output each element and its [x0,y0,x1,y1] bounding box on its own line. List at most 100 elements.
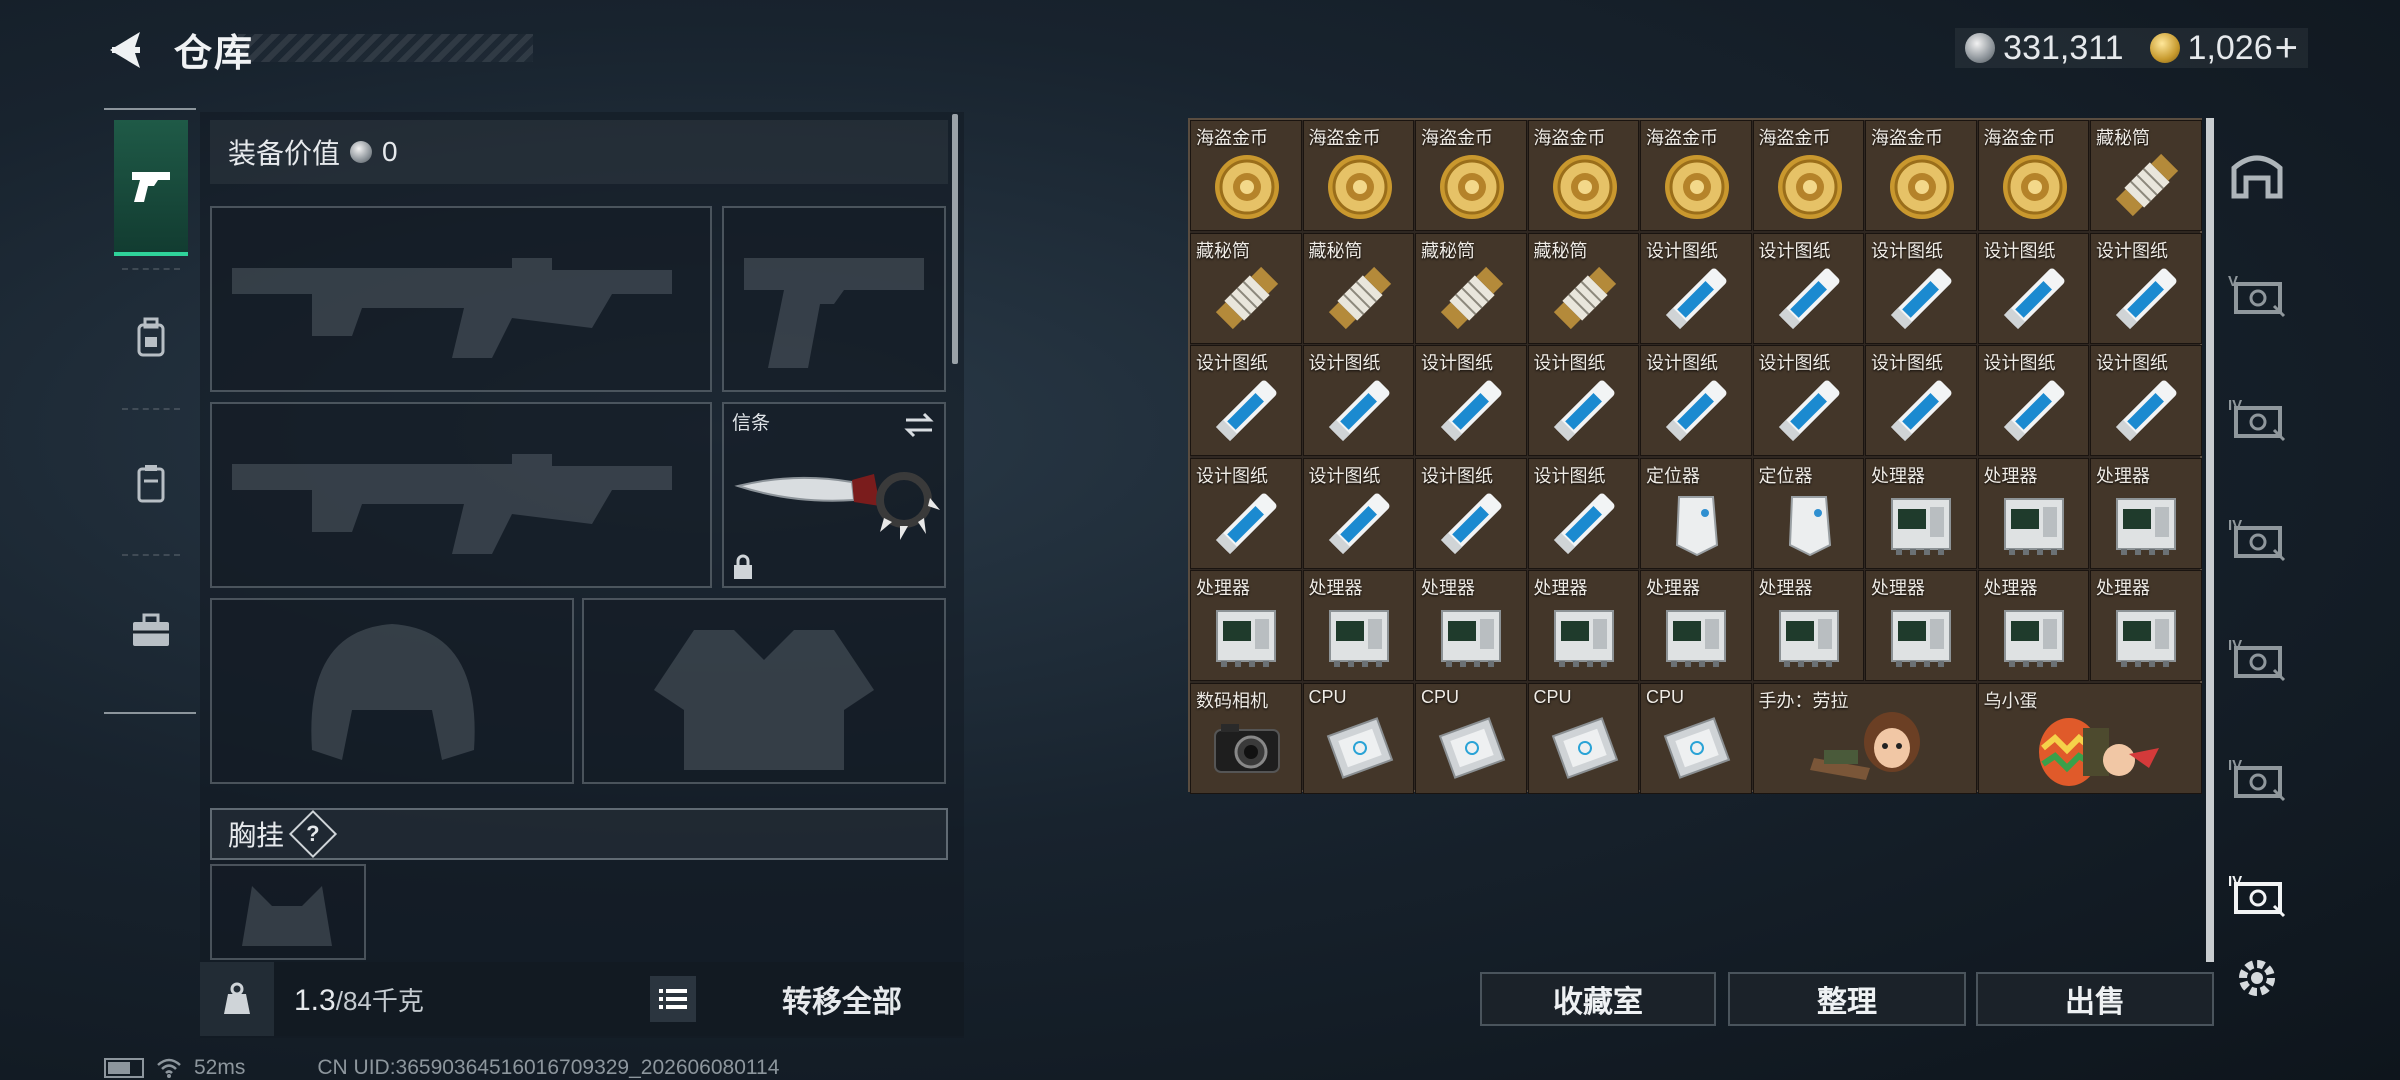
secondary-weapon-slot[interactable] [210,402,712,588]
primary-weapon-slot[interactable] [210,206,712,392]
storage-item-processor[interactable]: 处理器 [2090,570,2202,681]
storage-item-camera[interactable]: 数码相机 [1190,682,1302,794]
storage-item-blueprint[interactable]: 设计图纸 [1865,345,1977,456]
storage-item-coin[interactable]: 海盗金币 [1865,120,1977,231]
tab-weapons[interactable] [114,120,188,256]
storage-item-blueprint[interactable]: 设计图纸 [1752,345,1864,456]
storage-item-cpu[interactable]: CPU [1640,682,1752,794]
storage-item-blueprint[interactable]: 设计图纸 [1640,232,1752,344]
case-iv-icon[interactable]: IV [2226,390,2288,446]
storage-scrollbar[interactable] [2206,118,2214,962]
help-icon[interactable]: ? [288,809,338,859]
case-iv-icon[interactable]: IV [2226,630,2288,686]
back-arrow-icon[interactable] [104,28,144,72]
wifi-icon [157,1058,181,1078]
storage-item-blueprint[interactable]: 设计图纸 [1302,457,1414,569]
sidearm-slot[interactable] [722,206,946,392]
armor-slot[interactable] [582,598,946,784]
storage-item-processor[interactable]: 处理器 [1302,570,1414,681]
storage-item-blueprint[interactable]: 设计图纸 [2090,345,2202,456]
storage-item-processor[interactable]: 处理器 [1865,457,1977,569]
chest-rig-slot[interactable] [210,864,366,960]
tab-kit[interactable] [114,562,188,698]
coin-icon [1320,145,1400,225]
storage-item-cryptex[interactable]: 藏秘筒 [1415,232,1527,344]
case-iv-icon[interactable]: IV [2226,750,2288,806]
storage-item-figure-egg[interactable]: 乌小蛋 [1977,682,2202,794]
storage-item-cryptex[interactable]: 藏秘筒 [1302,232,1414,344]
storage-item-processor[interactable]: 处理器 [1415,570,1527,681]
storage-item-cpu[interactable]: CPU [1302,682,1414,794]
case-iv-icon[interactable]: IV [2226,510,2288,566]
storage-item-blueprint[interactable]: 设计图纸 [1977,345,2089,456]
storage-item-cryptex[interactable]: 藏秘筒 [2090,120,2202,231]
storage-item-cpu[interactable]: CPU [1415,682,1527,794]
melee-slot[interactable]: 信条 [722,402,946,588]
storage-item-blueprint[interactable]: 设计图纸 [1527,457,1639,569]
chest-rig-silhouette-icon [242,886,332,946]
storage-item-blueprint[interactable]: 设计图纸 [1865,232,1977,344]
storage-item-locator[interactable]: 定位器 [1752,457,1864,569]
case-v-icon[interactable]: V [2226,266,2288,322]
storage-item-blueprint[interactable]: 设计图纸 [1527,345,1639,456]
blueprint-icon [1432,370,1512,450]
storage-item-coin[interactable]: 海盗金币 [1977,120,2089,231]
gear-icon[interactable] [2226,950,2288,1006]
storage-item-blueprint[interactable]: 设计图纸 [1302,345,1414,456]
storage-item-processor[interactable]: 处理器 [1977,457,2089,569]
pistol-silhouette-icon [744,258,924,368]
storage-item-processor[interactable]: 处理器 [1527,570,1639,681]
storage-item-coin[interactable]: 海盗金币 [1415,120,1527,231]
storage-item-cryptex[interactable]: 藏秘筒 [1190,232,1302,344]
melee-slot-label: 信条 [732,413,771,434]
storage-item-figure-lara[interactable]: 手办：劳拉 [1752,682,1977,794]
storage-item-coin[interactable]: 海盗金币 [1527,120,1639,231]
storage-item-cpu[interactable]: CPU [1527,682,1639,794]
helmet-slot[interactable] [210,598,574,784]
swap-icon[interactable] [904,412,934,438]
storage-item-blueprint[interactable]: 设计图纸 [1752,232,1864,344]
vest-silhouette-icon [654,630,874,770]
storage-item-blueprint[interactable]: 设计图纸 [1977,232,2089,344]
weight-readout: 1.3/84千克 [294,981,424,1018]
storage-item-processor[interactable]: 处理器 [1190,570,1302,681]
briefcase-icon [133,613,169,646]
sort-button[interactable]: 整理 [1728,972,1966,1026]
tab-armor[interactable] [114,270,188,406]
storage-item-locator[interactable]: 定位器 [1640,457,1752,569]
storage-item-processor[interactable]: 处理器 [2090,457,2202,569]
storage-item-coin[interactable]: 海盗金币 [1190,120,1302,231]
cpu-icon [1432,708,1512,788]
storage-item-blueprint[interactable]: 设计图纸 [1190,345,1302,456]
storage-item-coin[interactable]: 海盗金币 [1752,120,1864,231]
storage-item-blueprint[interactable]: 设计图纸 [1415,345,1527,456]
storage-item-cryptex[interactable]: 藏秘筒 [1527,232,1639,344]
storage-item-processor[interactable]: 处理器 [1977,570,2089,681]
camera-icon [1207,708,1287,788]
tab-case[interactable] [114,416,188,552]
storage-item-processor[interactable]: 处理器 [1752,570,1864,681]
collection-button[interactable]: 收藏室 [1480,972,1716,1026]
move-all-button[interactable]: 转移全部 [720,962,964,1036]
rifle-silhouette-icon [232,258,672,358]
storage-item-processor[interactable]: 处理器 [1865,570,1977,681]
list-view-button[interactable] [650,976,696,1022]
weight-button[interactable] [200,962,274,1036]
cpu-icon [1657,708,1737,788]
processor-icon [2107,483,2187,563]
storage-item-coin[interactable]: 海盗金币 [1640,120,1752,231]
storage-item-blueprint[interactable]: 设计图纸 [2090,232,2202,344]
storage-item-blueprint[interactable]: 设计图纸 [1640,345,1752,456]
vault-icon[interactable] [2226,146,2288,202]
sell-button[interactable]: 出售 [1976,972,2214,1026]
loadout-scrollbar[interactable] [952,114,958,364]
case-iv-icon[interactable]: IV [2226,866,2288,922]
storage-item-label: CPU [1421,686,1460,707]
add-currency-button[interactable]: + [2275,26,2298,71]
storage-item-blueprint[interactable]: 设计图纸 [1190,457,1302,569]
storage-item-blueprint[interactable]: 设计图纸 [1415,457,1527,569]
storage-item-processor[interactable]: 处理器 [1640,570,1752,681]
coin-icon [1432,145,1512,225]
storage-item-coin[interactable]: 海盗金币 [1302,120,1414,231]
container-icon [137,465,165,503]
